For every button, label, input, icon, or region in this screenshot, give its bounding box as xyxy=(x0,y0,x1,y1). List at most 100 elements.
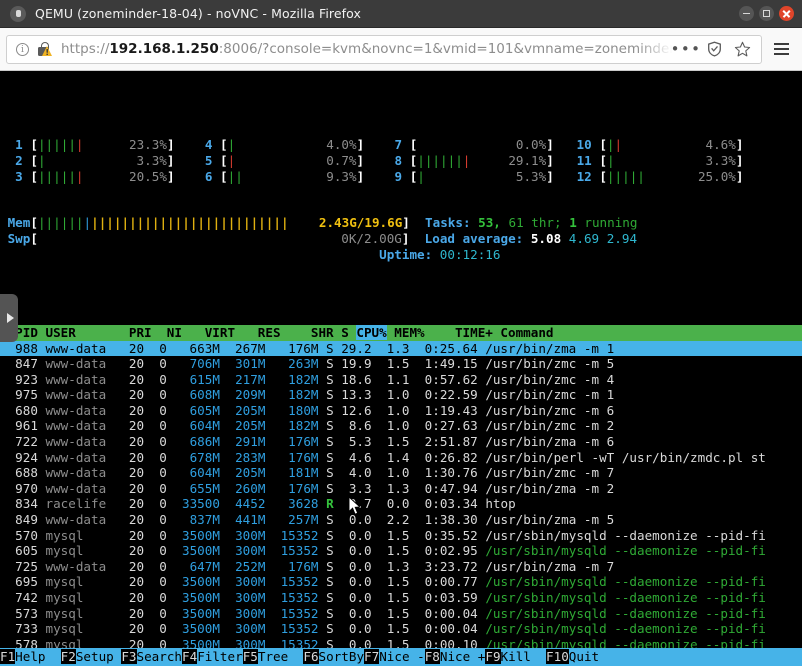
fkey-f3-key[interactable]: F3 xyxy=(121,649,137,664)
sorted-column-header[interactable]: CPU% xyxy=(356,324,387,340)
cell-pri: 20 xyxy=(113,605,145,621)
fkey-f7-label[interactable]: Nice - xyxy=(379,649,425,664)
shield-icon[interactable] xyxy=(701,36,727,62)
cell-mem: 1.5 xyxy=(371,605,410,621)
cell-mem: 1.5 xyxy=(371,434,410,450)
process-row[interactable]: 970 www-data 20 0 655M 260M 176M S 3.3 1… xyxy=(0,481,802,497)
cell-cpu: 12.6 xyxy=(333,402,372,418)
cell-cpu: 0.0 xyxy=(333,605,372,621)
process-table[interactable]: PID USER PRI NI VIRT RES SHR S CPU% MEM%… xyxy=(0,324,802,666)
window-titlebar: QEMU (zoneminder-18-04) - noVNC - Mozill… xyxy=(0,0,802,28)
htop-function-bar[interactable]: F1Help F2Setup F3SearchF4FilterF5Tree F6… xyxy=(0,648,802,666)
star-icon-svg xyxy=(734,41,750,56)
process-row[interactable]: 923 www-data 20 0 615M 217M 182M S 18.6 … xyxy=(0,372,802,388)
fkey-f9-label[interactable]: Kill xyxy=(501,649,547,664)
process-table-header[interactable]: PID USER PRI NI VIRT RES SHR S CPU% MEM%… xyxy=(0,324,802,341)
process-row-selected[interactable]: 988 www-data 20 0 663M 267M 176M S 29.2 … xyxy=(0,340,802,357)
connection-security[interactable] xyxy=(29,41,53,57)
cpu-meter-row: 2 [| 3.3%] 5 [| 0.7%] 8 [||||||| 29.1%] … xyxy=(7,152,744,168)
fkey-f6-key[interactable]: F6 xyxy=(303,649,319,664)
process-row[interactable]: 834 racelife 20 0 33500 4452 3628 R 0.7 … xyxy=(0,496,802,512)
cell-shr: 176M xyxy=(265,480,319,496)
cell-pri: 20 xyxy=(113,543,145,559)
cell-user: www-data xyxy=(37,558,114,574)
lock-warning-icon[interactable] xyxy=(36,41,53,57)
process-row[interactable]: 695 mysql 20 0 3500M 300M 15352 S 0.0 1.… xyxy=(0,574,802,590)
fkey-f4-label[interactable]: Filter xyxy=(197,649,243,664)
cell-ni: 0 xyxy=(144,465,167,481)
fkey-f7-key[interactable]: F7 xyxy=(364,649,380,664)
cell-time: 1:19.43 xyxy=(409,402,486,418)
fkey-f5-key[interactable]: F5 xyxy=(242,649,258,664)
cell-cpu: 0.0 xyxy=(333,590,372,605)
close-button[interactable] xyxy=(779,6,794,21)
cell-ni: 0 xyxy=(144,496,167,512)
cell-time: 2:51.87 xyxy=(409,434,486,450)
process-row[interactable]: 605 mysql 20 0 3500M 300M 15352 S 0.0 1.… xyxy=(0,543,802,559)
fkey-f10-key[interactable]: F10 xyxy=(546,649,569,664)
cell-ni: 0 xyxy=(144,356,167,372)
sidebar-toggle-handle[interactable] xyxy=(0,294,18,342)
fkey-f10-label[interactable]: Quit xyxy=(569,649,599,664)
process-row[interactable]: 975 www-data 20 0 608M 209M 182M S 13.3 … xyxy=(0,387,802,403)
fkey-f4-key[interactable]: F4 xyxy=(182,649,198,664)
cell-ni: 0 xyxy=(144,527,167,543)
minimize-button[interactable] xyxy=(739,6,754,21)
fkey-f6-label[interactable]: SortBy xyxy=(319,649,365,664)
memory-meters: Mem[||||||||||||||||||||||||||||||||| 2.… xyxy=(0,215,802,262)
cell-virt: 3500M xyxy=(166,590,220,605)
identity-box[interactable]: i xyxy=(13,42,29,56)
process-row[interactable]: 722 www-data 20 0 686M 291M 176M S 5.3 1… xyxy=(0,434,802,450)
cell-ni: 0 xyxy=(144,418,167,434)
fkey-f5-label[interactable]: Tree xyxy=(258,649,304,664)
fkey-f8-key[interactable]: F8 xyxy=(424,649,440,664)
cell-time: 0:00.04 xyxy=(409,605,486,621)
url-text[interactable]: https://192.168.1.250:8006/?console=kvm&… xyxy=(61,41,673,57)
cell-res: 252M xyxy=(219,558,266,574)
fkey-f2-key[interactable]: F2 xyxy=(60,649,76,664)
fkey-f1-key[interactable]: F1 xyxy=(0,649,16,664)
cell-ni: 0 xyxy=(144,480,167,496)
cell-state: S xyxy=(318,605,334,621)
cell-cpu: 0.0 xyxy=(333,543,372,559)
fkey-f8-label[interactable]: Nice + xyxy=(440,649,486,664)
cell-pid: 847 xyxy=(0,356,38,372)
process-row[interactable]: 733 mysql 20 0 3500M 300M 15352 S 0.0 1.… xyxy=(0,621,802,637)
process-row[interactable]: 573 mysql 20 0 3500M 300M 15352 S 0.0 1.… xyxy=(0,606,802,622)
fkey-f1-label[interactable]: Help xyxy=(15,649,61,664)
cell-pid: 570 xyxy=(0,527,38,543)
cell-time: 0:26.82 xyxy=(409,449,486,465)
fkey-f3-label[interactable]: Search xyxy=(137,649,183,664)
process-row[interactable]: 849 www-data 20 0 837M 441M 257M S 0.0 2… xyxy=(0,512,802,528)
process-row[interactable]: 680 www-data 20 0 605M 205M 180M S 12.6 … xyxy=(0,403,802,419)
cell-shr: 176M xyxy=(265,558,319,574)
cell-pid: 695 xyxy=(0,574,38,590)
info-circle-icon[interactable]: i xyxy=(16,42,29,56)
process-row[interactable]: 847 www-data 20 0 706M 301M 263M S 19.9 … xyxy=(0,356,802,372)
cell-virt: 3500M xyxy=(166,543,220,559)
process-row[interactable]: 742 mysql 20 0 3500M 300M 15352 S 0.0 1.… xyxy=(0,590,802,606)
fkey-f9-key[interactable]: F9 xyxy=(485,649,501,664)
process-row[interactable]: 688 www-data 20 0 604M 205M 181M S 4.0 1… xyxy=(0,465,802,481)
cell-shr: 3628 xyxy=(265,496,319,512)
novnc-terminal-htop[interactable]: 1 [|||||| 23.3%] 4 [| 4.0%] 7 [ 0.0%] 10… xyxy=(0,71,802,666)
cell-res: 300M xyxy=(219,621,266,637)
cell-shr: 15352 xyxy=(265,605,319,621)
process-row[interactable]: 725 www-data 20 0 647M 252M 176M S 0.0 1… xyxy=(0,559,802,575)
process-row[interactable]: 961 www-data 20 0 604M 205M 182M S 8.6 1… xyxy=(0,418,802,434)
cell-cpu: 18.6 xyxy=(333,371,372,387)
cell-command: /usr/bin/zma -m 2 xyxy=(485,480,615,496)
fkey-f2-label[interactable]: Setup xyxy=(76,649,122,664)
cell-pid: 961 xyxy=(0,418,38,434)
bookmark-star-icon[interactable] xyxy=(729,36,755,62)
url-bar[interactable]: i https://192.168.1.250:8006/?console=kv… xyxy=(6,34,762,64)
cell-cpu: 8.6 xyxy=(333,418,372,434)
page-actions-button[interactable]: ••• xyxy=(671,36,700,62)
cell-pid: 923 xyxy=(0,371,38,387)
maximize-button[interactable] xyxy=(759,6,774,21)
process-row[interactable]: 924 www-data 20 0 678M 283M 176M S 4.6 1… xyxy=(0,450,802,466)
hamburger-menu-icon[interactable] xyxy=(766,35,796,64)
cell-pri: 20 xyxy=(113,574,145,590)
cell-state: S xyxy=(318,512,334,528)
process-row[interactable]: 570 mysql 20 0 3500M 300M 15352 S 0.0 1.… xyxy=(0,528,802,544)
